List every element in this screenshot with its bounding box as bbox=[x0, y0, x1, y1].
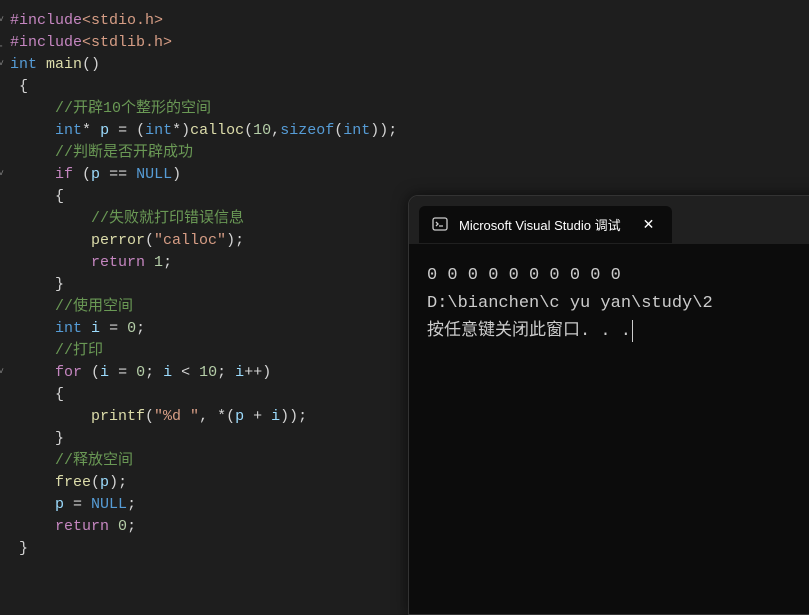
console-output[interactable]: 0 0 0 0 0 0 0 0 0 0 D:\bianchen\c yu yan… bbox=[409, 244, 809, 364]
console-line: 按任意键关闭此窗口. . . bbox=[427, 322, 631, 341]
console-titlebar[interactable]: Microsoft Visual Studio 调试 ✕ bbox=[409, 196, 809, 244]
add-tab-button[interactable] bbox=[680, 220, 688, 228]
debug-console-window[interactable]: Microsoft Visual Studio 调试 ✕ 0 0 0 0 0 0… bbox=[408, 195, 809, 615]
close-tab-button[interactable]: ✕ bbox=[637, 214, 661, 235]
fold-marker-icon: ˅ bbox=[0, 362, 4, 384]
fold-marker-icon: ˅ bbox=[0, 164, 4, 186]
code-line: int* p = (int*)calloc(10,sizeof(int)); bbox=[0, 120, 809, 142]
fold-marker-icon: ˅ bbox=[0, 10, 4, 32]
code-line: //判断是否开辟成功 bbox=[0, 142, 809, 164]
text-cursor-icon bbox=[632, 320, 633, 342]
code-line: ˅#include<stdio.h> bbox=[0, 10, 809, 32]
console-tab[interactable]: Microsoft Visual Studio 调试 ✕ bbox=[419, 206, 672, 243]
console-line: 0 0 0 0 0 0 0 0 0 0 bbox=[427, 266, 621, 285]
fold-marker-icon: ˅ bbox=[0, 54, 4, 76]
terminal-icon bbox=[431, 215, 449, 233]
code-line: //开辟10个整形的空间 bbox=[0, 98, 809, 120]
bracket-marker-icon: ⎣ bbox=[0, 32, 3, 54]
console-line: D:\bianchen\c yu yan\study\2 bbox=[427, 294, 713, 313]
code-line: ˅int main() bbox=[0, 54, 809, 76]
code-line: ˅ if (p == NULL) bbox=[0, 164, 809, 186]
code-line: ⎣#include<stdlib.h> bbox=[0, 32, 809, 54]
console-tab-title: Microsoft Visual Studio 调试 bbox=[459, 215, 621, 234]
code-line: { bbox=[0, 76, 809, 98]
